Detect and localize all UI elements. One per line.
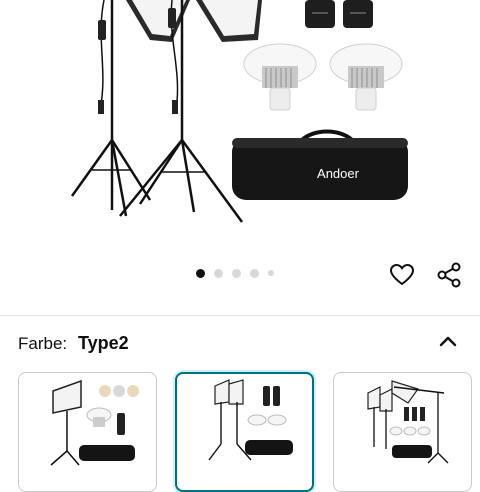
product-image[interactable]: Andoer — [0, 0, 480, 258]
bag-brand-text: Andoer — [317, 166, 360, 181]
carousel-indicator — [196, 268, 274, 278]
variant-option-type3[interactable] — [333, 372, 472, 492]
light-stand-left — [70, 0, 152, 217]
carousel-dot[interactable] — [196, 268, 205, 278]
softbox-right — [196, 0, 262, 42]
carousel-dot[interactable] — [268, 270, 274, 276]
carousel-dot[interactable] — [214, 268, 223, 278]
variant-thumbnail — [208, 379, 293, 461]
remote-controls — [305, 0, 373, 28]
variant-option-type2[interactable] — [175, 372, 314, 492]
heart-icon[interactable] — [385, 258, 419, 292]
carry-bag: Andoer — [232, 129, 408, 200]
variant-option-type1[interactable] — [18, 372, 157, 492]
share-icon[interactable] — [432, 258, 466, 292]
carousel-dot[interactable] — [250, 268, 259, 278]
section-divider — [0, 315, 480, 316]
variant-thumbnail — [50, 379, 139, 466]
variant-label: Farbe: — [18, 334, 68, 353]
variant-selected-value: Type2 — [78, 333, 129, 353]
power-switch-right — [168, 8, 176, 28]
power-switch-left — [98, 20, 106, 40]
softbox-left — [126, 0, 190, 42]
variant-thumbnail — [367, 380, 449, 464]
carousel-dot[interactable] — [232, 268, 241, 278]
chevron-up-icon[interactable] — [436, 330, 460, 354]
variant-header[interactable]: Farbe: Type2 — [0, 326, 480, 362]
led-bulb-right — [329, 43, 403, 111]
variant-options — [0, 372, 480, 492]
led-bulb-left — [243, 43, 317, 111]
